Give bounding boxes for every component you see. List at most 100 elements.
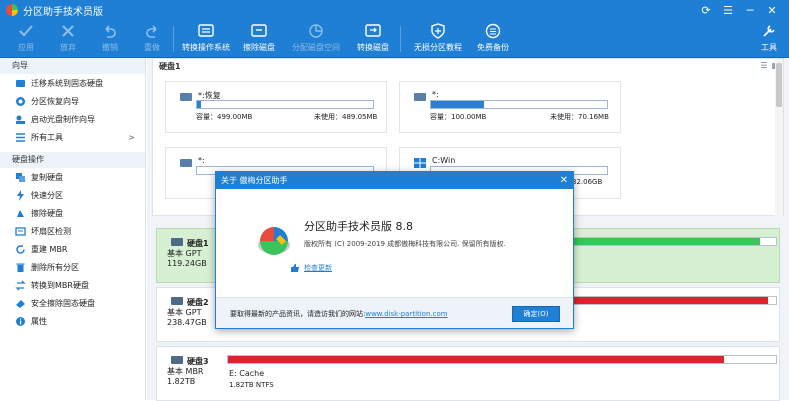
sidebar-item-properties[interactable]: 属性 bbox=[0, 312, 145, 330]
bootdisk-icon bbox=[16, 115, 25, 124]
disk-icon bbox=[171, 238, 183, 246]
convert-disk-label: 转换磁盘 bbox=[357, 43, 389, 52]
sidebar-item-label: 快速分区 bbox=[31, 190, 63, 200]
sidebar-item-bad-sector[interactable]: 坏扇区检测 bbox=[0, 222, 145, 240]
ok-button[interactable]: 确定(O) bbox=[512, 306, 560, 322]
dialog-title: 关于 傲梅分区助手 bbox=[221, 176, 288, 185]
volume-card[interactable]: *: 容量：100.00MB 未使用：70.16MB bbox=[399, 81, 621, 133]
recovery-icon bbox=[16, 96, 25, 106]
about-dialog: 关于 傲梅分区助手 ✕ 分区助手技术员版 8.8 版权所有 (C) 2009-2… bbox=[215, 171, 574, 329]
volume-usage-bar bbox=[430, 100, 608, 109]
convert-os-button[interactable]: 转换操作系统 bbox=[182, 22, 230, 56]
product-logo-icon bbox=[258, 227, 290, 255]
drive-icon bbox=[180, 159, 192, 167]
redo-button[interactable]: 重做 bbox=[143, 22, 161, 56]
disk-size: 1.82TB bbox=[167, 377, 196, 386]
partition-sublabel: 1.82TB NTFS bbox=[229, 381, 274, 389]
chevron-right-icon: > bbox=[128, 132, 135, 142]
panel-title: 硬盘1 bbox=[159, 62, 181, 71]
dialog-footer: 要取得最新的产品资讯，请造访我们的网站:www.disk-partition.c… bbox=[216, 297, 573, 328]
volume-free: 未使用：70.16MB bbox=[550, 113, 609, 121]
tools-icon bbox=[763, 25, 775, 37]
sidebar-item-label: 分区恢复向导 bbox=[31, 96, 79, 106]
sidebar-item-delete-all[interactable]: 删除所有分区 bbox=[0, 258, 145, 276]
minimize-icon[interactable]: ─ bbox=[739, 0, 761, 20]
free-backup-button[interactable]: 免费备份 bbox=[477, 22, 509, 56]
check-icon bbox=[19, 25, 33, 37]
sidebar-item-erase[interactable]: 擦除硬盘 bbox=[0, 204, 145, 222]
apply-button[interactable]: 应用 bbox=[17, 22, 35, 56]
undo-button[interactable]: 撤销 bbox=[101, 22, 119, 56]
windows-icon bbox=[414, 158, 426, 168]
undo-label: 撤销 bbox=[102, 43, 118, 52]
erase-disk-label: 擦除磁盘 bbox=[243, 43, 275, 52]
toolbar-separator bbox=[400, 26, 401, 52]
dialog-body: 分区助手技术员版 8.8 版权所有 (C) 2009-2019 成都傲梅科技有限… bbox=[216, 189, 573, 297]
volume-free: 32.06GB bbox=[572, 178, 603, 186]
sidebar-item-convert-mbr[interactable]: 转换到MBR硬盘 bbox=[0, 276, 145, 294]
product-name: 分区助手技术员版 8.8 bbox=[304, 220, 413, 233]
drive-icon bbox=[180, 93, 192, 101]
sidebar: 向导 迁移系统到固态硬盘 分区恢复向导 启动光盘制作向导 所有工具 > 硬盘操作… bbox=[0, 58, 146, 400]
app-logo-icon bbox=[6, 4, 18, 16]
discard-label: 放弃 bbox=[60, 43, 76, 52]
close-icon[interactable]: ✕ bbox=[761, 0, 783, 20]
disk-operations-header: 硬盘操作 bbox=[0, 152, 145, 168]
footer-text: 要取得最新的产品资讯，请造访我们的网站:www.disk-partition.c… bbox=[230, 309, 448, 319]
dialog-close-icon[interactable]: ✕ bbox=[560, 172, 568, 189]
volume-name: *: bbox=[432, 90, 439, 99]
tools-list-icon bbox=[16, 132, 25, 142]
sidebar-item-label: 迁移系统到固态硬盘 bbox=[31, 78, 103, 88]
disk-row[interactable]: 硬盘3 基本 MBR 1.82TB E: Cache 1.82TB NTFS bbox=[156, 346, 780, 401]
redo-label: 重做 bbox=[144, 43, 160, 52]
list-view-icon[interactable]: ☰ bbox=[760, 61, 767, 70]
disk-icon bbox=[171, 297, 183, 305]
volume-capacity: 容量：100.00MB bbox=[430, 113, 487, 121]
footer-message: 要取得最新的产品资讯，请造访我们的网站: bbox=[230, 310, 366, 318]
sidebar-item-label: 安全擦除固态硬盘 bbox=[31, 298, 95, 308]
sidebar-item-bootdisk[interactable]: 启动光盘制作向导 bbox=[0, 110, 145, 128]
disk-icon bbox=[171, 356, 183, 364]
sidebar-item-recovery[interactable]: 分区恢复向导 bbox=[0, 92, 145, 110]
erase-icon bbox=[17, 209, 24, 217]
scrollbar[interactable] bbox=[775, 59, 783, 217]
volume-card[interactable]: *:恢复 容量：499.00MB 未使用：489.05MB bbox=[165, 81, 387, 133]
allocate-space-button[interactable]: 分配磁盘空间 bbox=[292, 22, 340, 56]
copy-disk-icon bbox=[16, 172, 25, 182]
website-link[interactable]: www.disk-partition.com bbox=[365, 310, 447, 318]
convert-disk-button[interactable]: 转换磁盘 bbox=[357, 22, 389, 56]
sidebar-item-quick-partition[interactable]: 快速分区 bbox=[0, 186, 145, 204]
scrollbar-thumb[interactable] bbox=[776, 63, 782, 107]
erase-disk-button[interactable]: 擦除磁盘 bbox=[243, 22, 275, 56]
convert-os-label: 转换操作系统 bbox=[182, 43, 230, 52]
check-update-link[interactable]: 检查更新 bbox=[291, 263, 332, 273]
allocate-space-label: 分配磁盘空间 bbox=[292, 43, 340, 52]
sidebar-item-all-tools[interactable]: 所有工具 > bbox=[0, 128, 145, 146]
volume-name: C:Win bbox=[432, 156, 456, 165]
sidebar-item-rebuild-mbr[interactable]: 重建 MBR bbox=[0, 240, 145, 258]
secure-erase-icon bbox=[16, 299, 25, 308]
volume-name: *: bbox=[198, 156, 205, 165]
disk-type: 基本 GPT bbox=[167, 308, 202, 317]
convert-icon bbox=[365, 24, 381, 37]
sidebar-item-migrate[interactable]: 迁移系统到固态硬盘 bbox=[0, 74, 145, 92]
sidebar-item-copy-disk[interactable]: 复制硬盘 bbox=[0, 168, 145, 186]
sidebar-item-label: 转换到MBR硬盘 bbox=[31, 280, 89, 290]
drive-icon bbox=[414, 93, 426, 101]
sidebar-item-label: 复制硬盘 bbox=[31, 172, 63, 182]
quick-partition-icon bbox=[17, 189, 24, 201]
sidebar-item-secure-erase[interactable]: 安全擦除固态硬盘 bbox=[0, 294, 145, 312]
lossless-tutorial-button[interactable]: 无损分区教程 bbox=[414, 22, 462, 56]
volume-capacity: 容量：499.00MB bbox=[196, 113, 253, 121]
cross-icon bbox=[62, 25, 74, 37]
window-title: 分区助手技术员版 bbox=[23, 6, 103, 18]
tools-button[interactable]: 工具 bbox=[760, 22, 778, 56]
lossless-tutorial-label: 无损分区教程 bbox=[414, 43, 462, 52]
sidebar-item-label: 所有工具 bbox=[31, 132, 63, 142]
sidebar-item-label: 删除所有分区 bbox=[31, 262, 79, 272]
migrate-icon bbox=[16, 79, 25, 87]
discard-button[interactable]: 放弃 bbox=[59, 22, 77, 56]
menu-icon[interactable]: ☰ bbox=[717, 0, 739, 20]
partition-bar[interactable] bbox=[227, 355, 777, 364]
refresh-icon[interactable]: ⟳ bbox=[695, 0, 717, 20]
